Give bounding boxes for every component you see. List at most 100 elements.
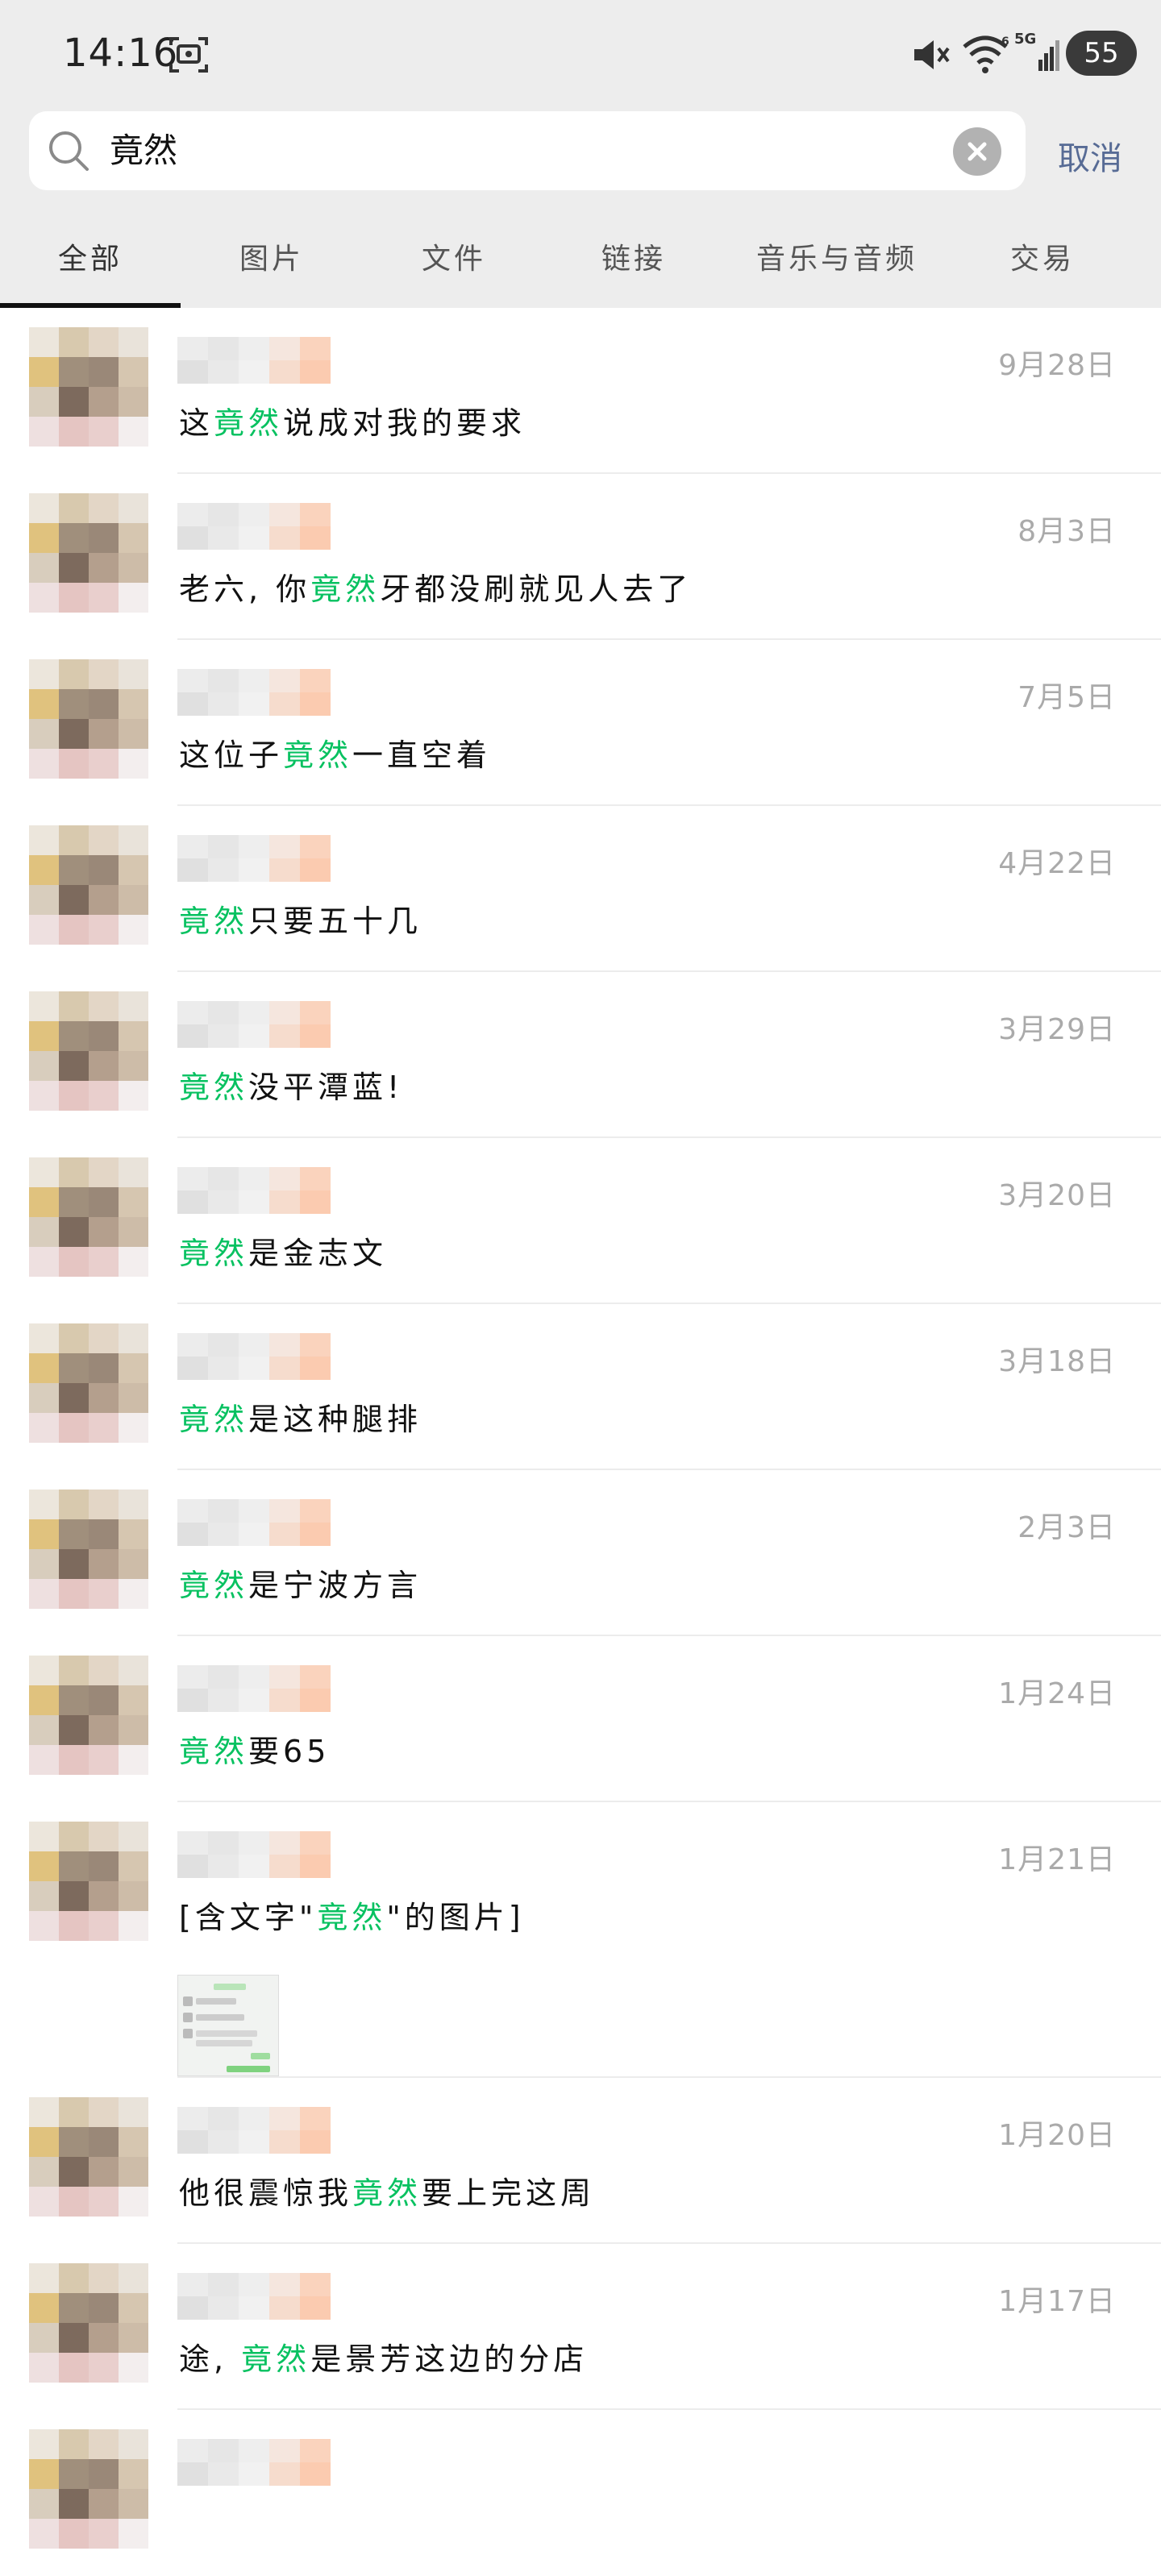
- name-blur-tile: [300, 858, 331, 882]
- result-item[interactable]: 8月3日 老六, 你竟然牙都没刷就见人去了: [0, 474, 1161, 640]
- avatar-blur-tile: [89, 991, 119, 1021]
- contact-name-blurred: [177, 1831, 331, 1878]
- result-item[interactable]: 2月3日 竟然是宁波方言: [0, 1470, 1161, 1636]
- result-item[interactable]: 1月21日 [含文字"竟然"的图片]: [0, 1802, 1161, 2078]
- result-item[interactable]: 3月29日 竟然没平潭蓝!: [0, 972, 1161, 1138]
- tab-all[interactable]: 全部: [0, 211, 181, 308]
- cancel-button[interactable]: 取消: [1058, 132, 1122, 179]
- name-blur-tile: [208, 669, 239, 692]
- avatar-blur-tile: [59, 2097, 89, 2127]
- avatar-blur-tile: [29, 1081, 59, 1111]
- avatar: [29, 1323, 148, 1443]
- avatar-blur-tile: [29, 1383, 59, 1413]
- clear-search-button[interactable]: [953, 127, 1001, 176]
- avatar-blur-tile: [59, 1519, 89, 1549]
- name-blur-tile: [208, 360, 239, 384]
- tab-transactions[interactable]: 交易: [951, 211, 1134, 308]
- avatar-blur-tile: [119, 553, 148, 583]
- name-blur-tile: [300, 337, 331, 360]
- avatar-blur-tile: [29, 2323, 59, 2353]
- tab-links[interactable]: 链接: [545, 211, 722, 308]
- message-date: 9月28日: [998, 349, 1116, 382]
- name-blur-tile: [269, 1001, 300, 1024]
- result-item[interactable]: [0, 2410, 1161, 2576]
- avatar-blur-tile: [29, 2489, 59, 2519]
- avatar-blur-tile: [29, 1519, 59, 1549]
- name-blur-tile: [208, 1499, 239, 1523]
- avatar: [29, 659, 148, 779]
- name-blur-tile: [239, 2130, 269, 2154]
- name-blur-tile: [269, 1665, 300, 1689]
- avatar-blur-tile: [89, 1021, 119, 1051]
- avatar-blur-tile: [59, 2519, 89, 2549]
- avatar-blur-tile: [89, 2263, 119, 2293]
- result-item[interactable]: 3月18日 竟然是这种腿排: [0, 1304, 1161, 1470]
- search-box[interactable]: [29, 111, 1026, 190]
- name-blur-tile: [300, 1001, 331, 1024]
- avatar-blur-tile: [29, 2127, 59, 2157]
- tab-music-audio[interactable]: 音乐与音频: [722, 211, 951, 308]
- avatar-blur-tile: [119, 1217, 148, 1247]
- avatar-blur-tile: [119, 1851, 148, 1881]
- name-blur-tile: [239, 2439, 269, 2462]
- avatar-blur-tile: [59, 1911, 89, 1941]
- avatar-blur-tile: [59, 825, 89, 855]
- avatar-blur-tile: [89, 1413, 119, 1443]
- avatar-blur-tile: [59, 1217, 89, 1247]
- avatar-blur-tile: [29, 2293, 59, 2323]
- name-blur-tile: [239, 2296, 269, 2320]
- avatar-blur-tile: [89, 2353, 119, 2383]
- name-blur-tile: [177, 692, 208, 716]
- name-blur-tile: [177, 858, 208, 882]
- avatar-blur-tile: [89, 553, 119, 583]
- image-thumbnail[interactable]: [177, 1975, 279, 2076]
- avatar-blur-tile: [29, 2263, 59, 2293]
- avatar-blur-tile: [59, 719, 89, 749]
- avatar-blur-tile: [119, 417, 148, 447]
- mute-icon: [911, 37, 951, 76]
- avatar-blur-tile: [29, 659, 59, 689]
- result-item[interactable]: 9月28日 这竟然说成对我的要求: [0, 308, 1161, 474]
- tab-files[interactable]: 文件: [363, 211, 545, 308]
- avatar-blur-tile: [59, 2157, 89, 2187]
- avatar-blur-tile: [89, 1881, 119, 1911]
- avatar-blur-tile: [119, 1051, 148, 1081]
- name-blur-tile: [177, 1499, 208, 1523]
- avatar-blur-tile: [59, 1353, 89, 1383]
- battery-indicator: 55: [1066, 31, 1137, 76]
- avatar-blur-tile: [29, 2519, 59, 2549]
- result-item[interactable]: 4月22日 竟然只要五十几: [0, 806, 1161, 972]
- avatar-blur-tile: [29, 2429, 59, 2459]
- name-blur-tile: [177, 2130, 208, 2154]
- avatar-blur-tile: [29, 719, 59, 749]
- result-item[interactable]: 7月5日 这位子竟然一直空着: [0, 640, 1161, 806]
- avatar-blur-tile: [29, 1187, 59, 1217]
- tab-images[interactable]: 图片: [181, 211, 363, 308]
- avatar-blur-tile: [59, 1822, 89, 1851]
- avatar-blur-tile: [29, 689, 59, 719]
- name-blur-tile: [239, 1333, 269, 1357]
- avatar-blur-tile: [89, 1323, 119, 1353]
- avatar-blur-tile: [119, 2489, 148, 2519]
- svg-text:6: 6: [1001, 35, 1009, 48]
- name-blur-tile: [177, 2296, 208, 2320]
- name-blur-tile: [269, 669, 300, 692]
- name-blur-tile: [300, 2273, 331, 2296]
- avatar-blur-tile: [89, 2127, 119, 2157]
- result-item[interactable]: 1月20日 他很震惊我竟然要上完这周: [0, 2078, 1161, 2244]
- result-item[interactable]: 1月24日 竟然要65: [0, 1636, 1161, 1802]
- avatar-blur-tile: [59, 1851, 89, 1881]
- name-blur-tile: [300, 835, 331, 858]
- name-blur-tile: [269, 1855, 300, 1878]
- name-blur-tile: [269, 2107, 300, 2130]
- result-item[interactable]: 1月17日 途, 竟然是景芳这边的分店: [0, 2244, 1161, 2410]
- result-item[interactable]: 3月20日 竟然是金志文: [0, 1138, 1161, 1304]
- avatar-blur-tile: [59, 1656, 89, 1685]
- avatar-blur-tile: [119, 1081, 148, 1111]
- avatar-blur-tile: [59, 553, 89, 583]
- avatar-blur-tile: [119, 1353, 148, 1383]
- name-blur-tile: [300, 360, 331, 384]
- search-input[interactable]: [110, 111, 916, 190]
- name-blur-tile: [239, 2462, 269, 2486]
- name-blur-tile: [177, 360, 208, 384]
